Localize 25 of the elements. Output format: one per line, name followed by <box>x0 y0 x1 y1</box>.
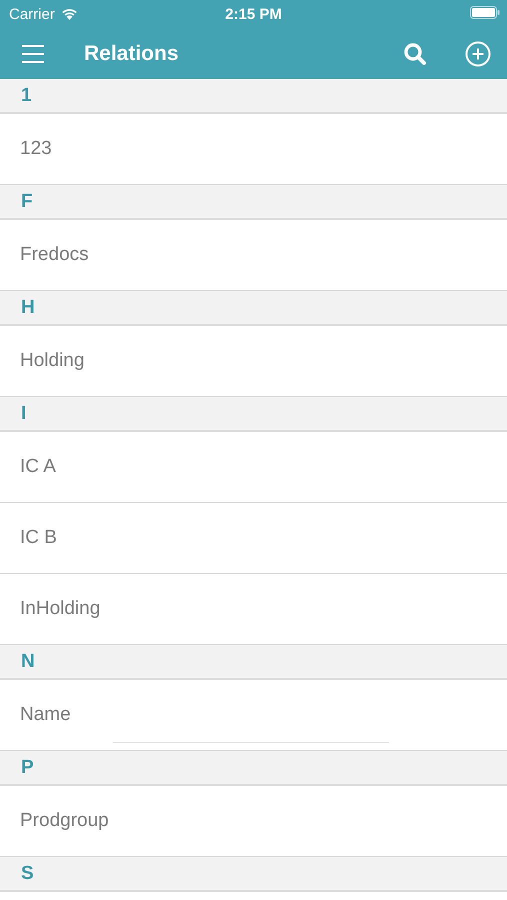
relation-name: InHolding <box>20 598 100 620</box>
section-letter: N <box>21 650 35 672</box>
wifi-icon <box>60 8 78 20</box>
relation-name: 123 <box>20 138 52 160</box>
battery-icon <box>470 6 500 18</box>
carrier-name: Carrier <box>9 6 55 22</box>
status-time: 2:15 PM <box>225 6 282 22</box>
relation-row[interactable]: IC B <box>0 503 507 574</box>
relation-name: IC B <box>20 527 57 549</box>
search-icon <box>403 42 427 66</box>
relation-row[interactable]: IC A <box>0 432 507 503</box>
add-icon <box>465 40 491 66</box>
section-letter: I <box>21 402 26 424</box>
relation-name: Prodgroup <box>20 810 109 832</box>
relation-name: IC A <box>20 456 56 478</box>
menu-icon <box>22 44 44 63</box>
relation-name: Holding <box>20 350 84 372</box>
section-letter: H <box>21 296 35 318</box>
section-letter: 1 <box>21 84 32 106</box>
section-letter: P <box>21 756 34 778</box>
screen-title: Relations <box>84 42 180 66</box>
field-label: Name <box>20 704 71 726</box>
section-letter: S <box>21 862 34 884</box>
section-letter: F <box>21 190 33 212</box>
relation-name: Fredocs <box>20 244 89 266</box>
